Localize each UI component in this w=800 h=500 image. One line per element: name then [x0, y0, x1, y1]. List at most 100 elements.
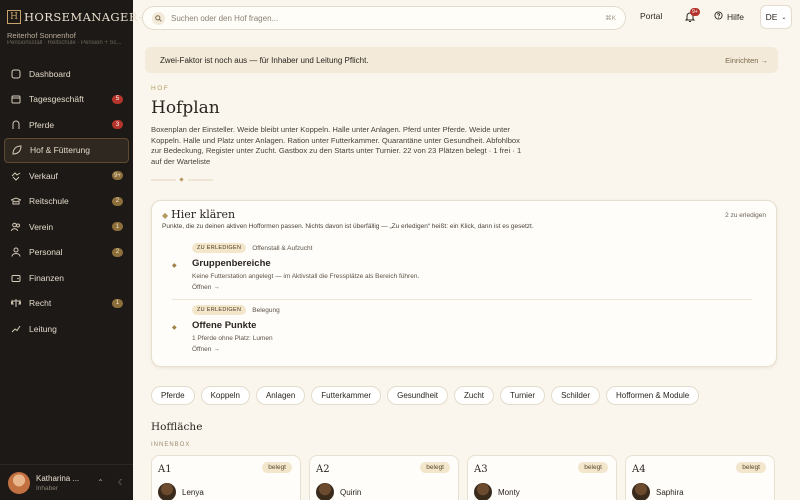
box-name: A2 — [316, 464, 330, 475]
handshake-icon — [10, 170, 22, 182]
box-card[interactable]: A2 belegt Quirin — [309, 455, 459, 500]
task-category: Offenstall & Aufzucht — [252, 244, 313, 252]
chip-hofformen-module[interactable]: Hofformen & Module — [605, 386, 700, 405]
sidebar-item-reitschule[interactable]: Reitschule 2 — [4, 189, 129, 215]
diamond-icon: ◆ — [172, 325, 177, 331]
diamond-icon: ◆ — [172, 263, 177, 269]
chip-schilder[interactable]: Schilder — [551, 386, 600, 405]
sidebar-item-tagesgeschaeft[interactable]: Tagesgeschäft 5 — [4, 87, 129, 113]
clarify-title-row: ◆ Hier klären — [162, 208, 235, 221]
chevron-up-icon[interactable]: ⌃ — [97, 478, 104, 487]
sidebar-item-pferde[interactable]: Pferde 3 — [4, 112, 129, 138]
farm-name: Reiterhof Sonnenhof — [7, 31, 76, 40]
count-badge: 2 — [112, 247, 123, 257]
page-title: Hofplan — [151, 98, 220, 118]
horse-entry[interactable]: Quirin — [316, 483, 361, 500]
notification-badge: 9+ — [690, 8, 700, 16]
sidebar-item-personal[interactable]: Personal 2 — [4, 240, 129, 266]
sidebar-item-dashboard[interactable]: Dashboard — [4, 61, 129, 87]
task-body: ZU ERLEDIGEN Offenstall & Aufzucht Grupp… — [192, 243, 419, 291]
moon-icon[interactable]: ☾ — [118, 478, 125, 487]
search-placeholder: Suchen oder den Hof fragen... — [171, 13, 279, 23]
divider — [172, 299, 752, 300]
chip-futterkammer[interactable]: Futterkammer — [311, 386, 382, 405]
user-role: Inhaber — [36, 484, 59, 492]
box-card[interactable]: A4 belegt Saphira — [625, 455, 775, 500]
language-select[interactable]: DE ⌄ — [760, 5, 792, 29]
help-button[interactable]: Hilfe — [714, 11, 744, 22]
sidebar-item-leitung[interactable]: Leitung — [4, 316, 129, 342]
clarify-subtitle: Punkte, die zu deinen aktiven Hofformen … — [162, 223, 534, 230]
sidebar-item-label: Personal — [29, 247, 63, 258]
users-icon — [10, 221, 22, 233]
horse-name: Quirin — [340, 487, 362, 497]
two-factor-banner: Zwei-Faktor ist noch aus — für Inhaber u… — [145, 47, 778, 73]
box-card[interactable]: A1 belegt Lenya — [151, 455, 301, 500]
language-value: DE — [765, 12, 778, 22]
chip-pferde[interactable]: Pferde — [151, 386, 195, 405]
status-badge: belegt — [262, 462, 292, 473]
dashboard-icon — [10, 68, 22, 80]
keyboard-shortcut: ⌘K — [605, 15, 616, 22]
task-description: Keine Futterstation angelegt — im Aktivs… — [192, 273, 420, 280]
count-badge: 1 — [112, 298, 123, 308]
horse-avatar — [632, 483, 650, 500]
box-grid: A1 belegt Lenya A2 belegt Quirin A3 bele… — [151, 455, 775, 500]
sidebar-item-label: Tagesgeschäft — [29, 94, 84, 105]
user-actions: ⌃ ☾ — [97, 478, 125, 487]
brand[interactable]: H HORSEMANAGER+ — [7, 10, 148, 24]
chip-anlagen[interactable]: Anlagen — [255, 386, 306, 405]
sidebar-item-recht[interactable]: Recht 1 — [4, 291, 129, 317]
task-category: Belegung — [252, 306, 280, 314]
box-card[interactable]: A3 belegt Monty — [467, 455, 617, 500]
setup-link[interactable]: Einrichten → — [725, 56, 768, 65]
portal-link[interactable]: Portal — [640, 11, 662, 21]
task-body: ZU ERLEDIGEN Belegung Offene Punkte 1 Pf… — [192, 305, 280, 353]
logo-icon: H — [7, 10, 21, 24]
status-badge: ZU ERLEDIGEN — [192, 305, 247, 315]
horse-entry[interactable]: Monty — [474, 483, 520, 500]
sidebar-item-verein[interactable]: Verein 1 — [4, 214, 129, 240]
user-info: Katharina ... Inhaber — [36, 474, 97, 492]
person-icon — [10, 246, 22, 258]
calendar-icon — [10, 93, 22, 105]
box-name: A3 — [474, 464, 488, 475]
sidebar-item-label: Dashboard — [29, 68, 71, 79]
filter-chips: Pferde Koppeln Anlagen Futterkammer Gesu… — [151, 386, 700, 405]
chip-turnier[interactable]: Turnier — [500, 386, 546, 405]
horse-name: Saphira — [656, 487, 684, 497]
task-meta: ZU ERLEDIGEN Belegung — [192, 305, 280, 315]
horse-avatar — [316, 483, 334, 500]
search-input[interactable]: Suchen oder den Hof fragen... ⌘K — [142, 6, 626, 30]
clarify-card: ◆ Hier klären 2 zu erledigen Punkte, die … — [151, 200, 777, 367]
task-title: Offene Punkte — [192, 320, 257, 331]
sidebar-item-hof-fuetterung[interactable]: Hof & Fütterung — [4, 137, 129, 163]
horse-avatar — [158, 483, 176, 500]
task-meta: ZU ERLEDIGEN Offenstall & Aufzucht — [192, 243, 419, 253]
open-link[interactable]: Öffnen → — [192, 284, 419, 291]
count-badge: 1 — [112, 222, 123, 232]
sidebar-item-label: Verein — [29, 221, 54, 232]
status-badge: belegt — [578, 462, 608, 473]
count-badge: 9+ — [112, 171, 123, 181]
sidebar-item-label: Reitschule — [29, 196, 69, 207]
horse-entry[interactable]: Lenya — [158, 483, 204, 500]
user-profile[interactable]: Katharina ... Inhaber ⌃ ☾ — [0, 464, 133, 500]
chip-koppeln[interactable]: Koppeln — [200, 386, 250, 405]
chip-zucht[interactable]: Zucht — [454, 386, 495, 405]
user-name: Katharina ... — [36, 473, 80, 483]
chip-gesundheit[interactable]: Gesundheit — [387, 386, 449, 405]
horse-entry[interactable]: Saphira — [632, 483, 684, 500]
scale-icon — [10, 297, 22, 309]
open-link[interactable]: Öffnen → — [192, 346, 280, 353]
sidebar-item-label: Hof & Fütterung — [30, 145, 91, 156]
horse-name: Monty — [498, 487, 520, 497]
sidebar-item-verkauf[interactable]: Verkauf 9+ — [4, 163, 129, 189]
help-label: Hilfe — [727, 11, 745, 22]
sidebar: H HORSEMANAGER+ Reiterhof Sonnenhof Pens… — [0, 0, 148, 500]
count-badge: 2 — [112, 196, 123, 206]
task-description: 1 Pferde ohne Platz: Lumen — [192, 335, 273, 342]
sidebar-item-label: Finanzen — [29, 272, 64, 283]
sidebar-item-label: Recht — [29, 298, 52, 309]
sidebar-item-finanzen[interactable]: Finanzen — [4, 265, 129, 291]
